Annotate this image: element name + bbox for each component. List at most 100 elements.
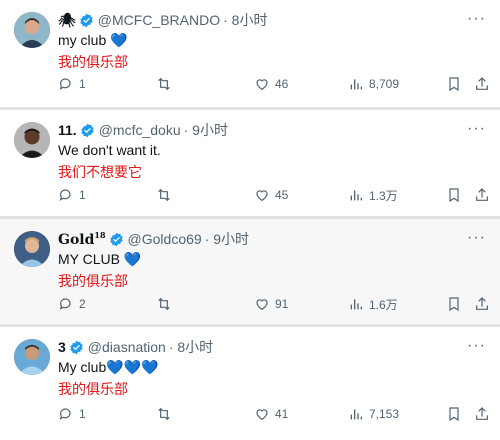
heart-icon xyxy=(256,409,268,421)
avatar[interactable] xyxy=(14,339,50,375)
retweet-icon xyxy=(158,77,170,91)
heart-icon xyxy=(256,299,268,311)
bookmark-button[interactable] xyxy=(446,75,462,93)
timestamp[interactable]: · 9小时 xyxy=(184,120,228,140)
like-count: 41 xyxy=(275,407,289,421)
verified-badge-icon xyxy=(109,232,123,246)
views-icon xyxy=(350,79,362,90)
tweet-3[interactable]: Gold18 @Goldco69 · 9小时 ··· MY CLUB 💙 我的俱… xyxy=(0,219,500,324)
views-icon xyxy=(350,409,362,420)
reply-count: 2 xyxy=(79,297,86,311)
retweet-button[interactable] xyxy=(156,405,172,423)
more-icon[interactable]: ··· xyxy=(467,229,486,247)
action-bar: 2 91 1.6万 xyxy=(0,295,500,313)
name-superscript: 18 xyxy=(94,230,106,240)
handle[interactable]: @Goldco69 xyxy=(128,231,202,247)
view-count: 8,709 xyxy=(369,77,400,91)
reply-count: 1 xyxy=(79,77,86,91)
views-icon xyxy=(350,299,362,310)
like-count: 46 xyxy=(275,77,289,91)
reply-icon xyxy=(59,298,71,310)
like-button[interactable]: 46 xyxy=(254,75,288,93)
heart-icon xyxy=(256,190,268,202)
share-button[interactable] xyxy=(474,295,490,313)
display-name[interactable]: 3 xyxy=(58,339,66,355)
reply-count: 1 xyxy=(79,407,86,421)
tweet-1[interactable]: 🕷 @MCFC_BRANDO · 8小时 ··· my club 💙 我的俱乐部… xyxy=(0,0,500,107)
timestamp[interactable]: · 9小时 xyxy=(205,229,249,249)
heart-icon xyxy=(256,79,268,91)
more-icon[interactable]: ··· xyxy=(467,120,486,138)
blue-heart-emoji: 💙 xyxy=(123,251,142,267)
tweet-text: My club💙💙💙 xyxy=(58,359,159,375)
translation-text: 我的俱乐部 xyxy=(58,54,128,70)
tweet-text: We don't want it. xyxy=(58,142,161,158)
share-icon xyxy=(476,188,488,201)
action-bar: 1 46 8,709 xyxy=(0,75,500,93)
translation-text: 我们不想要它 xyxy=(58,164,142,180)
blue-heart-emoji: 💙 xyxy=(110,32,128,48)
avatar[interactable] xyxy=(14,12,50,48)
display-name[interactable]: 11. xyxy=(58,122,77,138)
like-button[interactable]: 41 xyxy=(254,405,288,423)
blue-heart-emoji: 💙💙💙 xyxy=(106,359,159,375)
bookmark-icon xyxy=(449,77,459,92)
more-icon[interactable]: ··· xyxy=(467,337,486,355)
like-count: 91 xyxy=(275,297,289,311)
views-button[interactable]: 8,709 xyxy=(348,75,399,93)
bookmark-button[interactable] xyxy=(446,295,462,313)
timestamp[interactable]: · 8小时 xyxy=(223,10,267,30)
reply-button[interactable]: 2 xyxy=(58,295,86,313)
bookmark-icon xyxy=(449,407,459,422)
reply-icon xyxy=(59,408,71,420)
like-button[interactable]: 91 xyxy=(254,295,288,313)
view-count: 1.6万 xyxy=(369,297,398,312)
verified-badge-icon xyxy=(80,13,93,27)
retweet-button[interactable] xyxy=(156,295,172,313)
display-name[interactable]: 🕷 xyxy=(58,12,76,29)
tweet-text: my club 💙 xyxy=(58,32,128,48)
bookmark-button[interactable] xyxy=(446,405,462,423)
reply-icon xyxy=(59,189,71,201)
like-count: 45 xyxy=(275,188,289,202)
like-button[interactable]: 45 xyxy=(254,186,288,204)
handle[interactable]: @diasnation xyxy=(88,339,166,355)
more-icon[interactable]: ··· xyxy=(467,10,486,28)
share-icon xyxy=(476,407,488,420)
tweet-2[interactable]: 11. @mcfc_doku · 9小时 ··· We don't want i… xyxy=(0,110,500,216)
view-count: 7,153 xyxy=(369,407,400,421)
reply-button[interactable]: 1 xyxy=(58,75,86,93)
retweet-button[interactable] xyxy=(156,186,172,204)
handle[interactable]: @MCFC_BRANDO xyxy=(98,12,220,28)
verified-badge-icon xyxy=(70,340,83,354)
retweet-icon xyxy=(158,407,170,421)
tweet-text: MY CLUB 💙 xyxy=(58,251,142,267)
views-button[interactable]: 1.3万 xyxy=(348,186,398,204)
bookmark-icon xyxy=(449,188,459,203)
verified-badge-icon xyxy=(81,123,94,137)
retweet-icon xyxy=(158,188,170,202)
bookmark-icon xyxy=(449,297,459,312)
reply-button[interactable]: 1 xyxy=(58,405,86,423)
timestamp[interactable]: · 8小时 xyxy=(169,337,213,357)
views-button[interactable]: 1.6万 xyxy=(348,295,398,313)
reply-count: 1 xyxy=(79,188,86,202)
retweet-icon xyxy=(158,297,170,311)
views-button[interactable]: 7,153 xyxy=(348,405,399,423)
retweet-button[interactable] xyxy=(156,75,172,93)
bookmark-button[interactable] xyxy=(446,186,462,204)
avatar[interactable] xyxy=(14,122,50,158)
display-name[interactable]: Gold18 xyxy=(58,230,106,248)
view-count: 1.3万 xyxy=(369,188,398,203)
share-button[interactable] xyxy=(474,405,490,423)
avatar[interactable] xyxy=(14,231,50,267)
action-bar: 1 45 1.3万 xyxy=(0,186,500,204)
reply-icon xyxy=(59,78,71,90)
reply-button[interactable]: 1 xyxy=(58,186,86,204)
share-icon xyxy=(476,77,488,90)
tweet-4[interactable]: 3 @diasnation · 8小时 ··· My club💙💙💙 我的俱乐部… xyxy=(0,327,500,440)
translation-text: 我的俱乐部 xyxy=(58,273,128,289)
share-button[interactable] xyxy=(474,186,490,204)
share-button[interactable] xyxy=(474,75,490,93)
handle[interactable]: @mcfc_doku xyxy=(99,122,181,138)
